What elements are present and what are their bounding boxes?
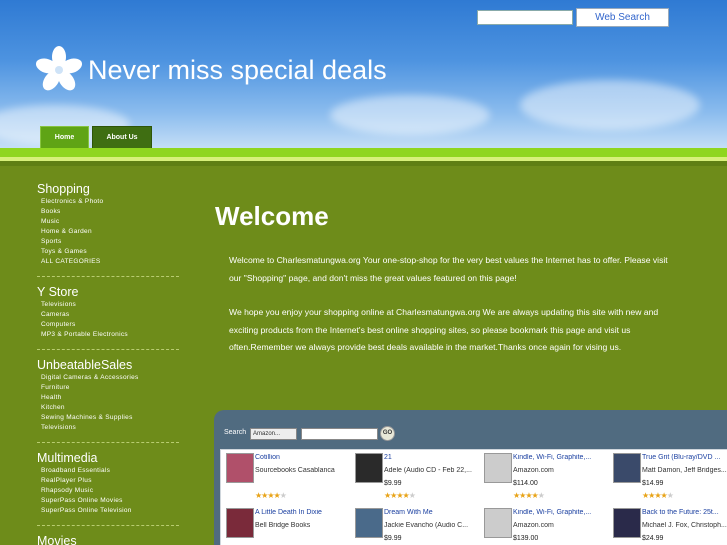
flower-logo-icon	[35, 46, 83, 91]
product-price: $9.99	[384, 480, 402, 487]
product-title[interactable]: A Little Death In Dixie	[255, 509, 347, 516]
product-card[interactable]: Kindle, Wi-Fi, Graphite,... Amazon.com $11…	[479, 450, 607, 504]
body-paragraph: We hope you enjoy your shopping online a…	[229, 307, 659, 352]
amazon-widget: Search Amazon... GO Cotillion Sourcebooks…	[214, 410, 727, 545]
sidebar-link[interactable]: Health	[37, 393, 179, 403]
widget-go-button[interactable]: GO	[380, 426, 395, 441]
widget-search-label: Search	[224, 429, 247, 436]
product-price: $24.99	[642, 535, 664, 542]
sidebar-link[interactable]: MP3 & Portable Electronics	[37, 330, 179, 340]
sidebar-link[interactable]: Rhapsody Music	[37, 486, 179, 496]
header-divider	[0, 161, 727, 166]
sidebar-link[interactable]: Home & Garden	[37, 227, 179, 237]
cloud-decoration	[520, 80, 700, 130]
sidebar-link[interactable]: Sports	[37, 237, 179, 247]
sidebar-section: Multimedia Broadband Essentials RealPlayer…	[37, 451, 179, 526]
product-card[interactable]: Dream With Me Jackie Evancho (Audio C... $…	[350, 505, 478, 545]
sidebar-section: UnbeatableSales Digital Cameras & Accesso…	[37, 358, 179, 443]
sidebar-link[interactable]: RealPlayer Plus	[37, 476, 179, 486]
product-card[interactable]: 21 Adele (Audio CD - Feb 22,... $9.99 ★★★★★	[350, 450, 478, 504]
sidebar-link[interactable]: Music	[37, 217, 179, 227]
product-thumbnail[interactable]	[226, 508, 254, 538]
product-price: $114.00	[513, 480, 538, 487]
sidebar-link[interactable]: SuperPass Online Movies	[37, 496, 179, 506]
sidebar-section-title[interactable]: Y Store	[37, 285, 179, 299]
product-thumbnail[interactable]	[355, 453, 383, 483]
product-grid: Cotillion Sourcebooks Casablanca ★★★★★ 21 Ad…	[220, 449, 727, 545]
header-divider	[0, 148, 727, 157]
product-price: $9.99	[384, 535, 402, 542]
sidebar-link[interactable]: Computers	[37, 320, 179, 330]
product-card[interactable]: Back to the Future: 25t... Michael J. Fox…	[608, 505, 727, 545]
product-subtitle: Michael J. Fox, Christoph...	[642, 522, 727, 529]
sidebar-link[interactable]: Electronics & Photo	[37, 197, 179, 207]
sidebar-link[interactable]: Digital Cameras & Accessories	[37, 373, 179, 383]
sidebar-link[interactable]: Furniture	[37, 383, 179, 393]
product-price: $14.99	[642, 480, 664, 487]
sidebar-link[interactable]: Sewing Machines & Supplies	[37, 413, 179, 423]
product-subtitle: Matt Damon, Jeff Bridges...	[642, 467, 727, 474]
product-subtitle: Bell Bridge Books	[255, 522, 311, 529]
cloud-decoration	[330, 95, 490, 135]
product-card[interactable]: True Grit (Blu-ray/DVD ... Matt Damon, Je…	[608, 450, 727, 504]
sidebar-link[interactable]: ALL CATEGORIES	[37, 257, 179, 267]
web-search-button[interactable]: Web Search	[576, 8, 669, 27]
sidebar-section: Y Store Televisions Cameras Computers MP3 & …	[37, 285, 179, 350]
sidebar-link[interactable]: Televisions	[37, 423, 179, 433]
product-title[interactable]: Back to the Future: 25t...	[642, 509, 727, 516]
sidebar-link[interactable]: Cameras	[37, 310, 179, 320]
rating-stars-icon: ★★★★★	[255, 491, 287, 500]
tab-about-us[interactable]: About Us	[92, 126, 152, 150]
product-title[interactable]: 21	[384, 454, 476, 461]
product-card[interactable]: A Little Death In Dixie Bell Bridge Books…	[221, 505, 349, 545]
product-title[interactable]: Cotillion	[255, 454, 347, 461]
sidebar-section-title[interactable]: Multimedia	[37, 451, 179, 465]
product-thumbnail[interactable]	[484, 508, 512, 538]
sidebar-link[interactable]: Broadband Essentials	[37, 466, 179, 476]
product-thumbnail[interactable]	[226, 453, 254, 483]
intro-paragraph: Welcome to Charlesmatungwa.org Your one-…	[229, 255, 668, 283]
sidebar-section: Movies	[37, 534, 179, 545]
product-price: $139.00	[513, 535, 539, 542]
site-title: Never miss special deals	[88, 55, 387, 85]
web-search-input[interactable]	[477, 10, 573, 25]
product-card[interactable]: Kindle, Wi-Fi, Graphite,... Amazon.com $13…	[479, 505, 607, 545]
product-subtitle: Amazon.com	[513, 522, 554, 529]
product-thumbnail[interactable]	[355, 508, 383, 538]
sidebar-link[interactable]: Televisions	[37, 300, 179, 310]
sidebar-section-title[interactable]: Movies	[37, 534, 179, 545]
product-thumbnail[interactable]	[613, 508, 641, 538]
rating-stars-icon: ★★★★★	[642, 491, 674, 500]
tab-home[interactable]: Home	[40, 126, 89, 150]
product-title[interactable]: Kindle, Wi-Fi, Graphite,...	[513, 454, 605, 461]
sidebar-link[interactable]: Kitchen	[37, 403, 179, 413]
product-subtitle: Amazon.com	[513, 467, 554, 474]
sidebar-link[interactable]: Books	[37, 207, 179, 217]
widget-store-select[interactable]: Amazon...	[250, 428, 297, 440]
sidebar-section-title[interactable]: UnbeatableSales	[37, 358, 179, 372]
product-title[interactable]: Dream With Me	[384, 509, 476, 516]
product-thumbnail[interactable]	[484, 453, 512, 483]
sidebar-link[interactable]: Toys & Games	[37, 247, 179, 257]
product-title[interactable]: Kindle, Wi-Fi, Graphite,...	[513, 509, 605, 516]
product-subtitle: Sourcebooks Casablanca	[255, 467, 335, 474]
product-card[interactable]: Cotillion Sourcebooks Casablanca ★★★★★	[221, 450, 349, 504]
product-subtitle: Adele (Audio CD - Feb 22,...	[384, 467, 472, 474]
product-thumbnail[interactable]	[613, 453, 641, 483]
sidebar-link[interactable]: SuperPass Online Television	[37, 506, 179, 516]
rating-stars-icon: ★★★★★	[513, 491, 545, 500]
page-title: Welcome	[215, 201, 329, 231]
sidebar: Shopping Electronics & Photo Books Music Hom…	[37, 182, 179, 545]
product-subtitle: Jackie Evancho (Audio C...	[384, 522, 469, 529]
product-title[interactable]: True Grit (Blu-ray/DVD ...	[642, 454, 727, 461]
rating-stars-icon: ★★★★★	[384, 491, 416, 500]
sidebar-section: Shopping Electronics & Photo Books Music Hom…	[37, 182, 179, 277]
widget-search-input[interactable]	[301, 428, 378, 440]
sidebar-section-title[interactable]: Shopping	[37, 182, 179, 196]
